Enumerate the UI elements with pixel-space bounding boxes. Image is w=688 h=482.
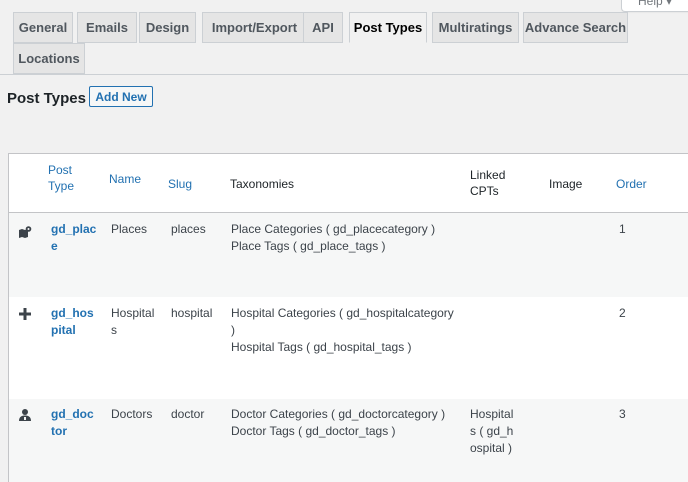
post-type-name: Places xyxy=(111,222,148,236)
taxonomy-item: Place Tags ( gd_place_tags ) xyxy=(231,239,386,253)
user-doctor-icon xyxy=(19,409,31,421)
tab-import-export[interactable]: Import/Export xyxy=(202,12,307,43)
tab-multiratings[interactable]: Multiratings xyxy=(432,12,519,43)
post-type-slug: doctor xyxy=(171,407,205,421)
post-type-slug: hospital xyxy=(171,306,213,320)
post-type-name: Hospitals xyxy=(111,306,155,337)
tab-advance-search[interactable]: Advance Search xyxy=(523,12,628,43)
page-title: Post Types xyxy=(7,90,86,107)
post-type-slug: places xyxy=(171,222,206,236)
tab-emails[interactable]: Emails xyxy=(77,12,137,43)
help-tab[interactable]: Help ▾ xyxy=(621,0,688,12)
post-type-link[interactable]: gd_doctor xyxy=(51,406,97,440)
tab-post-types[interactable]: Post Types xyxy=(349,12,427,43)
col-taxonomies: Taxonomies xyxy=(230,177,295,191)
tab-api[interactable]: API xyxy=(303,12,343,43)
post-types-table: Post Type Name Slug Taxonomies Linked CP… xyxy=(8,153,688,482)
tab-design[interactable]: Design xyxy=(139,12,196,43)
tab-locations[interactable]: Locations xyxy=(13,43,85,74)
col-slug[interactable]: Slug xyxy=(168,176,192,192)
taxonomy-item: Hospital Tags ( gd_hospital_tags ) xyxy=(231,340,412,354)
tabs-divider xyxy=(0,74,688,75)
post-type-order: 1 xyxy=(619,222,626,236)
tab-general[interactable]: General xyxy=(13,12,73,43)
table-row: gd_hospital Hospitals hospital Hospital … xyxy=(9,297,688,399)
table-row: gd_place Places places Place Categories … xyxy=(9,213,688,297)
col-post-type[interactable]: Post Type xyxy=(48,162,88,194)
table-row: gd_doctor Doctors doctor Doctor Categori… xyxy=(9,399,688,482)
taxonomy-item: Hospital Categories ( gd_hospitalcategor… xyxy=(231,306,454,337)
table-header: Post Type Name Slug Taxonomies Linked CP… xyxy=(9,154,688,213)
post-type-name: Doctors xyxy=(111,407,153,421)
col-name[interactable]: Name xyxy=(109,171,141,187)
post-type-link[interactable]: gd_place xyxy=(51,221,97,255)
add-new-button[interactable]: Add New xyxy=(89,86,153,107)
post-type-link[interactable]: gd_hospital xyxy=(51,305,97,339)
taxonomy-item: Doctor Tags ( gd_doctor_tags ) xyxy=(231,424,396,438)
col-linked-cpts: Linked CPTs xyxy=(470,168,506,198)
settings-tabs: General Emails Design Import/Export API … xyxy=(12,12,688,74)
taxonomy-item: Doctor Categories ( gd_doctorcategory ) xyxy=(231,407,446,421)
post-type-order: 2 xyxy=(619,306,626,320)
map-marker-icon xyxy=(19,226,32,238)
col-order[interactable]: Order xyxy=(616,176,647,192)
linked-cpts: Hospitals ( gd_hospital ) xyxy=(470,407,514,455)
plus-icon xyxy=(19,308,31,320)
taxonomy-item: Place Categories ( gd_placecategory ) xyxy=(231,222,436,236)
post-type-order: 3 xyxy=(619,407,626,421)
col-image: Image xyxy=(549,177,583,191)
